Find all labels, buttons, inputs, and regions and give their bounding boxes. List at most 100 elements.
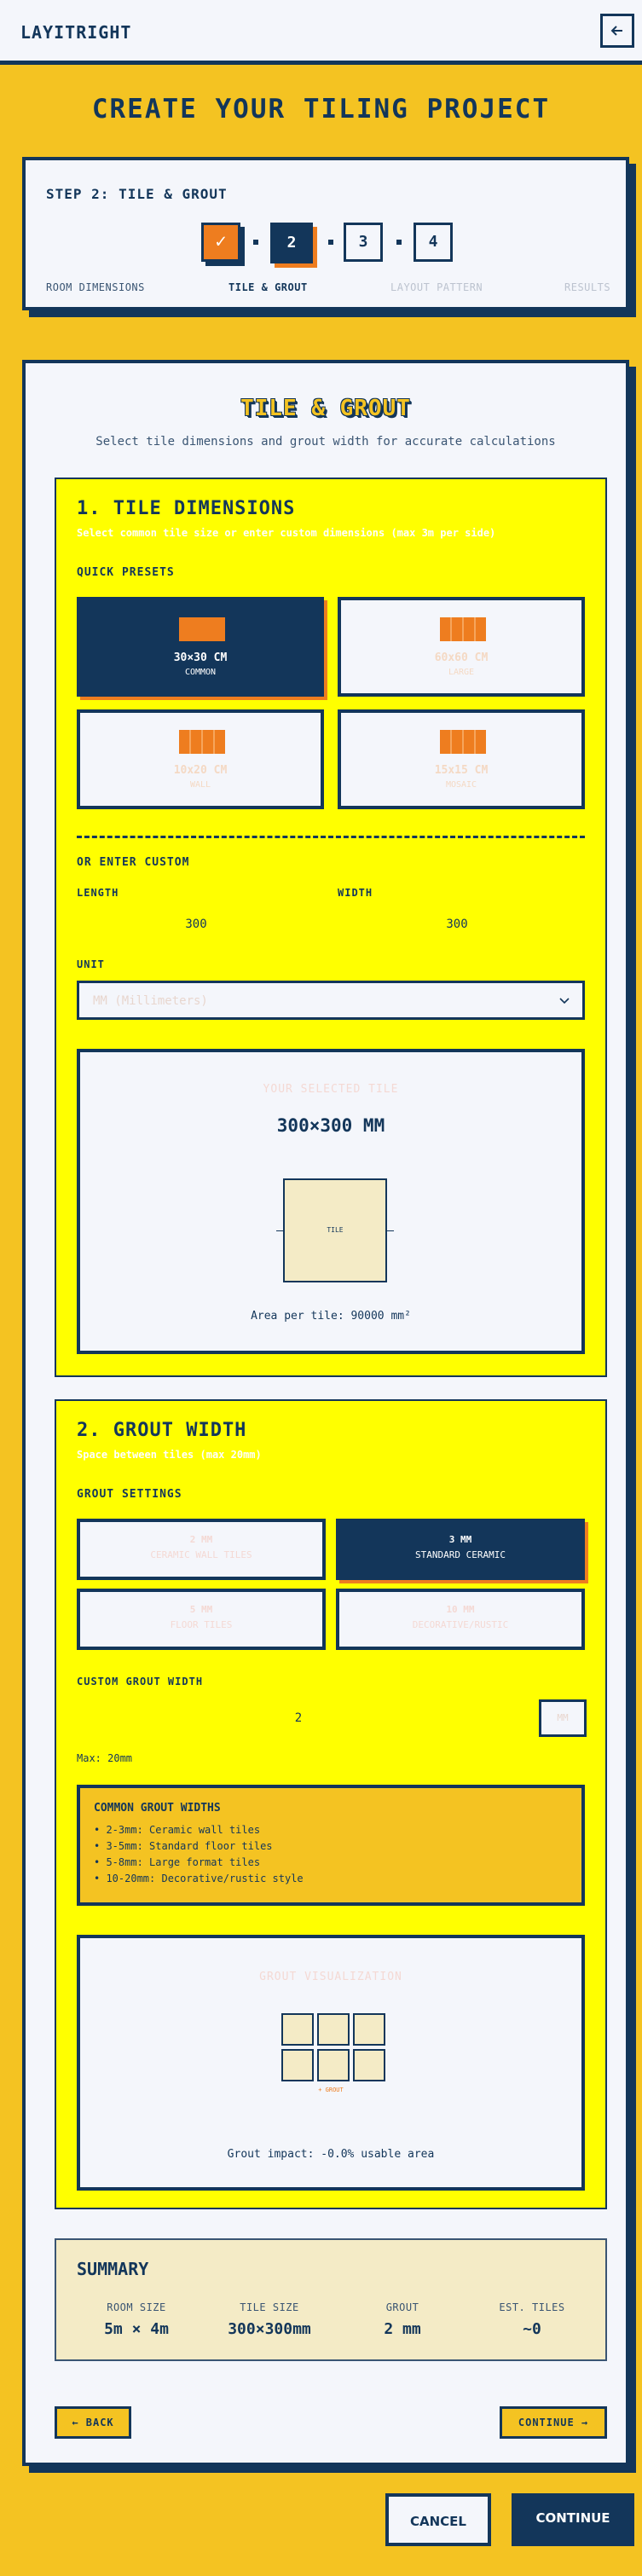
step-1-marker[interactable]: ✓: [201, 223, 240, 262]
list-item: • 2-3mm: Ceramic wall tiles: [94, 1824, 261, 1836]
step-label-room-dimensions[interactable]: ROOM DIMENSIONS: [46, 281, 145, 293]
step-heading: STEP 2: TILE & GROUT: [46, 186, 228, 202]
step-label-layout-pattern[interactable]: LAYOUT PATTERN: [390, 281, 483, 293]
list-item: • 5-8mm: Large format tiles: [94, 1856, 261, 1868]
preset-tag: WALL: [189, 780, 211, 790]
grout-grid: [281, 2013, 387, 2085]
preset-size: 60x60 CM: [434, 651, 489, 664]
grout-option-2mm[interactable]: 2 MM CERAMIC WALL TILES: [77, 1519, 326, 1580]
page-title: CREATE YOUR TILING PROJECT: [91, 94, 551, 124]
summary-room-size: ROOM SIZE 5m × 4m: [104, 2301, 169, 2338]
preset-tag: LARGE: [448, 668, 475, 677]
grout-unit-button[interactable]: MM: [539, 1699, 587, 1737]
grout-width-section: 2. GROUT WIDTH Space between tiles (max …: [55, 1399, 607, 2209]
step-4-marker[interactable]: 4: [414, 223, 453, 262]
width-label: WIDTH: [338, 887, 373, 899]
preset-tag: MOSAIC: [445, 780, 477, 790]
preset-30x30[interactable]: 30×30 CM COMMON: [77, 597, 324, 697]
tile-area: Area per tile: 90000 mm²: [251, 1310, 411, 1323]
grout-size: 10 MM: [446, 1604, 475, 1615]
summary-grout: GROUT 2 mm: [384, 2301, 421, 2338]
preset-tag: COMMON: [184, 668, 217, 677]
dimension-tick: [276, 1230, 283, 1231]
step-3-marker[interactable]: 3: [344, 223, 383, 262]
tile-swatch: [440, 730, 486, 754]
preset-15x15[interactable]: 15x15 CM MOSAIC: [338, 709, 585, 809]
footer-continue-button[interactable]: CONTINUE: [512, 2493, 634, 2546]
tile-swatch: [179, 617, 225, 641]
summary-title: SUMMARY: [77, 2259, 149, 2279]
step-label-tile-grout[interactable]: TILE & GROUT: [228, 281, 308, 293]
cancel-button[interactable]: CANCEL: [385, 2493, 491, 2546]
tile-grout-card: TILE & GROUT Select tile dimensions and …: [22, 360, 629, 2466]
section-title: 1. TILE DIMENSIONS: [77, 498, 296, 519]
length-input[interactable]: 300: [77, 918, 315, 931]
info-title: COMMON GROUT WIDTHS: [94, 1802, 221, 1815]
preset-size: 30×30 CM: [173, 651, 228, 664]
grout-max-note: Max: 20mm: [77, 1752, 133, 1764]
grout-tag: DECORATIVE/RUSTIC: [412, 1619, 509, 1630]
width-input[interactable]: 300: [338, 918, 576, 931]
grout-tag: CERAMIC WALL TILES: [150, 1549, 252, 1560]
list-item: • 10-20mm: Decorative/rustic style: [94, 1873, 304, 1884]
top-bar: LAYITRIGHT: [0, 0, 642, 65]
section-subtitle: Select common tile size or enter custom …: [77, 527, 496, 539]
preset-60x60[interactable]: 60x60 CM LARGE: [338, 597, 585, 697]
grout-size: 3 MM: [448, 1534, 472, 1545]
progress-card: STEP 2: TILE & GROUT ✓ 2 3 4 ROOM DIMENS…: [22, 157, 629, 310]
tile-swatch: [440, 617, 486, 641]
grout-visualization: GROUT VISUALIZATION + GROUT Grout impact…: [77, 1935, 585, 2191]
grout-tag: STANDARD CERAMIC: [415, 1549, 506, 1560]
grout-option-3mm[interactable]: 3 MM STANDARD CERAMIC: [336, 1519, 585, 1580]
preview-label: YOUR SELECTED TILE: [263, 1083, 399, 1096]
header-back-button[interactable]: [600, 14, 634, 48]
step-separator: [328, 240, 333, 245]
tile-preview-shape: TILE: [283, 1178, 387, 1282]
unit-select[interactable]: MM (Millimeters): [77, 981, 585, 1020]
chevron-down-icon: [559, 998, 570, 1004]
visualization-label: GROUT VISUALIZATION: [259, 1971, 402, 1983]
summary-est-tiles: EST. TILES ~0: [499, 2301, 565, 2338]
app-logo[interactable]: LAYITRIGHT: [20, 22, 131, 43]
card-title: TILE & GROUT: [240, 396, 411, 421]
divider: [77, 836, 585, 838]
step-separator: [253, 240, 258, 245]
grout-size: 2 MM: [189, 1534, 213, 1545]
length-label: LENGTH: [77, 887, 119, 899]
preset-size: 10x20 CM: [173, 764, 228, 777]
grout-option-5mm[interactable]: 5 MM FLOOR TILES: [77, 1589, 326, 1650]
step-separator: [396, 240, 402, 245]
section-title: 2. GROUT WIDTH: [77, 1420, 247, 1441]
summary-panel: SUMMARY ROOM SIZE 5m × 4m TILE SIZE 300×30…: [55, 2238, 607, 2361]
step-2-marker[interactable]: 2: [270, 223, 313, 263]
list-item: • 3-5mm: Standard floor tiles: [94, 1840, 273, 1852]
preview-size: 300×300 MM: [276, 1115, 385, 1136]
grout-size: 5 MM: [189, 1604, 213, 1615]
step-indicator: ✓ 2 3 4: [26, 223, 626, 263]
preset-10x20[interactable]: 10x20 CM WALL: [77, 709, 324, 809]
tile-dimensions-section: 1. TILE DIMENSIONS Select common tile si…: [55, 478, 607, 1377]
dimension-tick: [387, 1230, 394, 1231]
continue-button[interactable]: CONTINUE →: [500, 2406, 607, 2439]
quick-presets-label: QUICK PRESETS: [77, 566, 175, 579]
step-labels: ROOM DIMENSIONS TILE & GROUT LAYOUT PATT…: [26, 281, 626, 298]
grout-marker: + GROUT: [318, 2087, 344, 2093]
arrow-left-icon: [610, 26, 622, 36]
section-subtitle: Space between tiles (max 20mm): [77, 1449, 262, 1461]
step-label-results[interactable]: RESULTS: [564, 281, 610, 293]
card-subtitle: Select tile dimensions and grout width f…: [95, 435, 556, 449]
info-list: • 2-3mm: Ceramic wall tiles • 3-5mm: Sta…: [94, 1824, 304, 1889]
back-button[interactable]: ← BACK: [55, 2406, 131, 2439]
tile-swatch: [179, 730, 225, 754]
tile-preview: YOUR SELECTED TILE 300×300 MM TILE Area …: [77, 1049, 585, 1354]
grout-settings-label: GROUT SETTINGS: [77, 1488, 182, 1501]
custom-grout-label: CUSTOM GROUT WIDTH: [77, 1676, 204, 1687]
grout-option-10mm[interactable]: 10 MM DECORATIVE/RUSTIC: [336, 1589, 585, 1650]
custom-label: OR ENTER CUSTOM: [77, 856, 190, 869]
unit-label: UNIT: [77, 958, 105, 970]
custom-grout-input[interactable]: 2: [77, 1711, 520, 1725]
grout-tag: FLOOR TILES: [170, 1619, 233, 1630]
unit-select-value: MM (Millimeters): [93, 994, 208, 1008]
preset-size: 15x15 CM: [434, 764, 489, 777]
common-grout-widths: COMMON GROUT WIDTHS • 2-3mm: Ceramic wal…: [77, 1785, 585, 1906]
